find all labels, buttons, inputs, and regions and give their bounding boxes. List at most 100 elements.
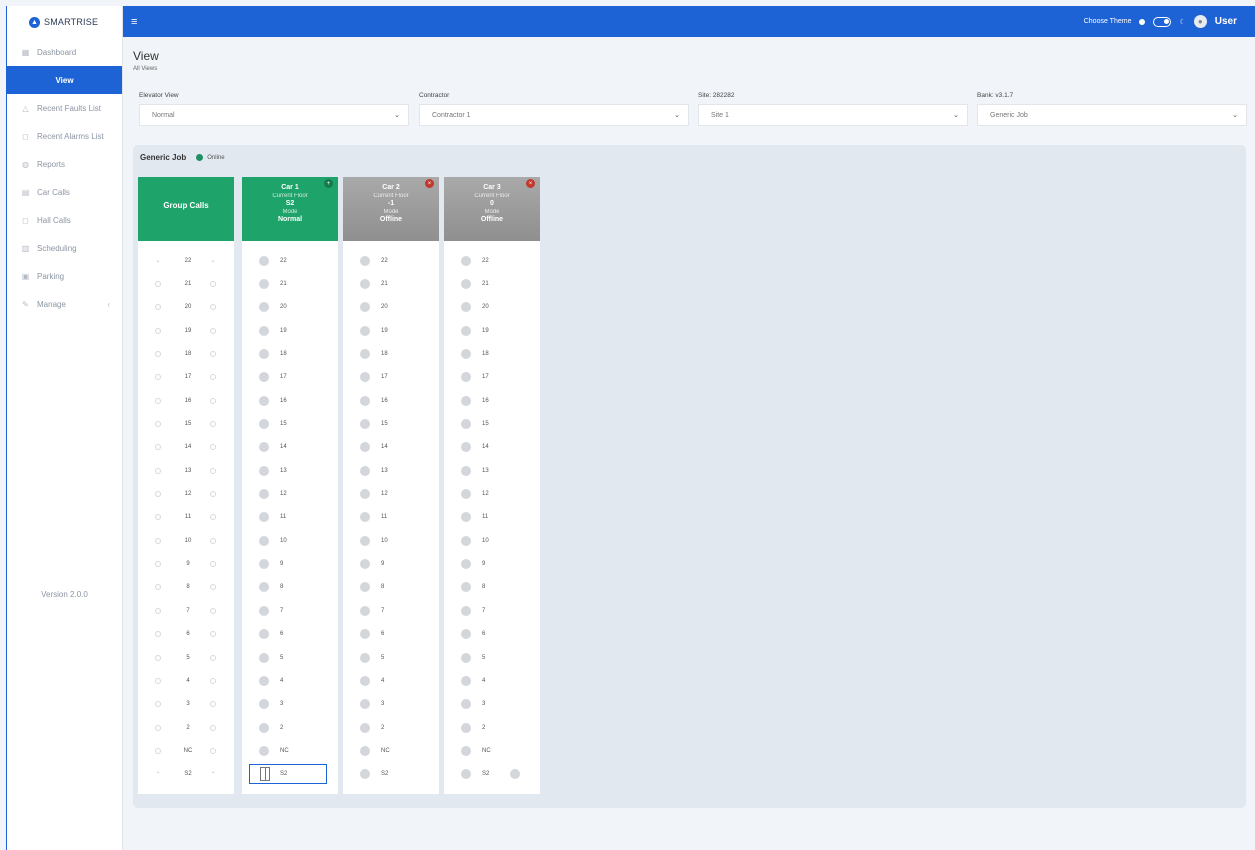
contractor-select[interactable]: Contractor 1 ⌄ (419, 104, 689, 126)
car-call-button[interactable] (360, 652, 370, 663)
hall-call-down-button[interactable] (210, 467, 216, 474)
car-call-button[interactable] (461, 302, 471, 313)
car-call-button[interactable] (259, 629, 269, 640)
car-call-button[interactable] (461, 535, 471, 546)
sidebar-item-dashboard[interactable]: ▦ Dashboard (7, 38, 122, 66)
car-call-button[interactable] (259, 675, 269, 686)
car-call-button[interactable] (360, 302, 370, 313)
car-call-button[interactable] (461, 652, 471, 663)
car-call-button[interactable] (360, 722, 370, 733)
car-call-button[interactable] (360, 582, 370, 593)
hall-call-up-button[interactable] (155, 537, 161, 544)
hall-call-up-button[interactable] (155, 467, 161, 474)
car-call-button[interactable] (461, 372, 471, 383)
hall-call-down-button[interactable] (210, 304, 216, 311)
car-call-button[interactable] (259, 442, 269, 453)
car-call-button[interactable] (360, 325, 370, 336)
car-call-button[interactable] (360, 605, 370, 616)
hall-call-up-button[interactable] (155, 654, 161, 661)
car-call-button[interactable] (259, 279, 269, 290)
user-menu[interactable]: User (1215, 16, 1237, 27)
expand-icon[interactable]: + (324, 179, 333, 188)
sidebar-item-scheduling[interactable]: ▥ Scheduling (7, 234, 122, 262)
hall-call-down-button[interactable] (210, 421, 216, 428)
hall-call-down-button[interactable] (210, 281, 216, 288)
car-call-button[interactable] (259, 699, 269, 710)
hall-call-up-button[interactable] (155, 724, 161, 731)
sidebar-item-view[interactable]: View (7, 66, 122, 94)
hall-call-down-button[interactable] (210, 561, 216, 568)
hall-call-up-button[interactable] (155, 584, 161, 591)
hall-call-up-button[interactable] (155, 491, 161, 498)
car-call-button[interactable] (461, 419, 471, 430)
car-call-button[interactable] (461, 675, 471, 686)
car-call-button[interactable] (259, 372, 269, 383)
car-call-button[interactable] (360, 512, 370, 523)
hall-call-up-button[interactable] (155, 747, 161, 754)
hall-call-down-button[interactable] (210, 631, 216, 638)
car-call-button[interactable] (461, 745, 471, 756)
car-call-button[interactable] (510, 769, 520, 780)
hall-call-up-button[interactable] (155, 701, 161, 708)
car-call-button[interactable] (461, 489, 471, 500)
hall-call-down-button[interactable] (210, 677, 216, 684)
car-call-button[interactable] (259, 652, 269, 663)
hall-call-down-button[interactable] (210, 514, 216, 521)
hall-call-down-button[interactable] (210, 491, 216, 498)
car-call-button[interactable] (259, 465, 269, 476)
car-call-button[interactable] (461, 442, 471, 453)
hall-call-up-button[interactable] (155, 677, 161, 684)
car-call-button[interactable] (360, 489, 370, 500)
theme-toggle[interactable] (1153, 16, 1172, 27)
car-call-button[interactable] (360, 465, 370, 476)
hall-call-up-icon[interactable]: ⌃ (210, 771, 216, 778)
car-call-button[interactable] (360, 745, 370, 756)
car-call-button[interactable] (360, 255, 370, 266)
app-logo[interactable]: ▲ SMARTRISE (7, 6, 122, 38)
car-call-button[interactable] (259, 395, 269, 406)
car-call-button[interactable] (461, 349, 471, 360)
sidebar-item-car-calls[interactable]: ▤ Car Calls (7, 178, 122, 206)
hall-call-up-button[interactable] (155, 351, 161, 358)
car-call-button[interactable] (360, 629, 370, 640)
car-call-button[interactable] (360, 769, 370, 780)
sidebar-item-recent-alarms-list[interactable]: ◻ Recent Alarms List (7, 122, 122, 150)
car-call-button[interactable] (360, 372, 370, 383)
elevator-view-select[interactable]: Normal ⌄ (139, 104, 409, 126)
hall-call-down-button[interactable] (210, 724, 216, 731)
car-call-button[interactable] (461, 629, 471, 640)
car-call-button[interactable] (259, 489, 269, 500)
hall-call-down-icon[interactable]: ⌄ (210, 257, 216, 264)
car-call-button[interactable] (259, 722, 269, 733)
car-call-button[interactable] (461, 325, 471, 336)
car-call-button[interactable] (259, 745, 269, 756)
hall-call-up-button[interactable] (155, 607, 161, 614)
hall-call-down-button[interactable] (210, 351, 216, 358)
car-call-button[interactable] (461, 255, 471, 266)
hall-call-down-button[interactable] (210, 397, 216, 404)
hall-call-down-button[interactable] (210, 537, 216, 544)
car-call-button[interactable] (461, 395, 471, 406)
car-call-button[interactable] (259, 302, 269, 313)
car-call-button[interactable] (259, 559, 269, 570)
hall-call-up-button[interactable] (155, 374, 161, 381)
hall-call-down-button[interactable] (210, 747, 216, 754)
hall-call-down-button[interactable] (210, 607, 216, 614)
hall-call-down-button[interactable] (210, 584, 216, 591)
hall-call-down-button[interactable] (210, 701, 216, 708)
hall-call-down-button[interactable] (210, 374, 216, 381)
car-call-button[interactable] (360, 675, 370, 686)
hall-call-up-button[interactable] (155, 281, 161, 288)
car-call-button[interactable] (461, 769, 471, 780)
car-call-button[interactable] (360, 559, 370, 570)
car-call-button[interactable] (360, 419, 370, 430)
car-call-button[interactable] (360, 349, 370, 360)
car-call-button[interactable] (461, 279, 471, 290)
hall-call-up-button[interactable] (155, 327, 161, 334)
hall-call-up-button[interactable] (155, 421, 161, 428)
car-call-button[interactable] (461, 582, 471, 593)
bank-select[interactable]: Generic Job ⌄ (977, 104, 1247, 126)
hall-call-up-icon[interactable]: ⌃ (155, 771, 161, 778)
car-call-button[interactable] (461, 465, 471, 476)
hall-call-up-button[interactable] (155, 304, 161, 311)
